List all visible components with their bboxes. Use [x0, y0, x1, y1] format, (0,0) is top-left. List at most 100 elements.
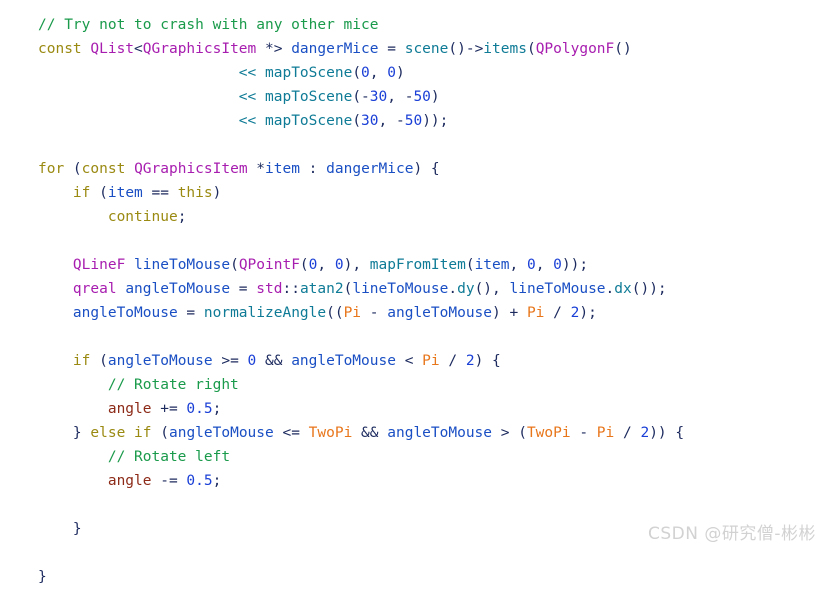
- code-token-keyword: continue: [108, 209, 178, 225]
- code-token-keyword: for: [38, 161, 64, 177]
- code-token-func: dy: [457, 281, 474, 297]
- code-token-punct: (: [64, 161, 81, 177]
- code-token-plain: [117, 281, 126, 297]
- code-token-punct: =: [178, 305, 204, 321]
- code-token-plain: [38, 281, 73, 297]
- code-token-punct: ,: [317, 257, 334, 273]
- code-line: << mapToScene(-30, -50): [38, 85, 684, 109]
- code-token-punct: *: [248, 161, 265, 177]
- code-token-punct: ) {: [413, 161, 439, 177]
- code-token-punct: :: [300, 161, 326, 177]
- code-token-plain: [125, 161, 134, 177]
- code-token-keyword: else: [90, 425, 125, 441]
- code-token-punct: (: [527, 41, 536, 57]
- code-token-punct: ) {: [475, 353, 501, 369]
- code-token-number: 30: [370, 89, 387, 105]
- code-token-punct: >=: [213, 353, 248, 369]
- code-token-punct: *>: [256, 41, 291, 57]
- code-token-type: QGraphicsItem: [143, 41, 257, 57]
- code-token-number: 50: [405, 113, 422, 129]
- code-token-punct: .: [606, 281, 615, 297]
- code-token-plain: [38, 449, 108, 465]
- code-token-var: angleToMouse: [387, 305, 492, 321]
- code-token-punct: (: [300, 257, 309, 273]
- code-line: }: [38, 517, 684, 541]
- code-token-plain: [38, 113, 239, 129]
- code-token-keyword: if: [73, 185, 90, 201]
- code-token-keyword: if: [134, 425, 151, 441]
- code-token-var: angleToMouse: [169, 425, 274, 441]
- code-token-keyword: if: [73, 353, 90, 369]
- code-token-punct: ,: [370, 65, 387, 81]
- code-token-punct: (: [152, 425, 169, 441]
- code-token-const: Pi: [422, 353, 439, 369]
- code-token-plain: [38, 521, 73, 537]
- code-token-var: item: [265, 161, 300, 177]
- code-token-punct: ): [431, 89, 440, 105]
- code-line: // Rotate right: [38, 373, 684, 397]
- code-line: if (item == this): [38, 181, 684, 205]
- code-token-number: 0: [387, 65, 396, 81]
- code-token-punct: ): [213, 185, 222, 201]
- code-token-func: items: [483, 41, 527, 57]
- code-token-var: lineToMouse: [134, 257, 230, 273]
- code-line: // Rotate left: [38, 445, 684, 469]
- code-line: << mapToScene(30, -50));: [38, 109, 684, 133]
- code-token-punct: ): [396, 65, 405, 81]
- code-token-punct: .: [448, 281, 457, 297]
- code-token-punct: (),: [475, 281, 510, 297]
- code-token-number: 2: [640, 425, 649, 441]
- code-token-comment: // Try not to crash with any other mice: [38, 17, 378, 33]
- code-token-member: angle: [108, 473, 152, 489]
- code-token-plain: [38, 209, 108, 225]
- code-token-var: item: [108, 185, 143, 201]
- code-token-number: 0.5: [186, 401, 212, 417]
- code-token-punct: -: [361, 305, 387, 321]
- code-token-type: std: [256, 281, 282, 297]
- code-token-punct: (: [352, 113, 361, 129]
- code-line: ​: [38, 325, 684, 349]
- code-token-var: dangerMice: [326, 161, 413, 177]
- code-token-punct: +=: [152, 401, 187, 417]
- code-line: const QList<QGraphicsItem *> dangerMice …: [38, 37, 684, 61]
- code-token-punct: <: [396, 353, 422, 369]
- code-line: } else if (angleToMouse <= TwoPi && angl…: [38, 421, 684, 445]
- code-token-punct: ));: [422, 113, 448, 129]
- code-token-plain: [38, 353, 73, 369]
- code-token-punct: )) {: [649, 425, 684, 441]
- code-token-punct: =: [230, 281, 256, 297]
- code-token-plain: [38, 377, 108, 393]
- code-token-type: QGraphicsItem: [134, 161, 248, 177]
- code-token-punct: /: [614, 425, 640, 441]
- code-token-plain: [38, 89, 239, 105]
- code-token-punct: &&: [256, 353, 291, 369]
- code-token-punct: /: [544, 305, 570, 321]
- code-token-func: mapToScene: [265, 65, 352, 81]
- code-token-plain: [38, 257, 73, 273]
- code-token-punct: &&: [352, 425, 387, 441]
- code-token-var: angleToMouse: [387, 425, 492, 441]
- code-token-punct: }: [73, 521, 82, 537]
- code-token-keyword: this: [178, 185, 213, 201]
- code-token-type: QLineF: [73, 257, 125, 273]
- code-token-keyword: const: [82, 161, 126, 177]
- code-token-var: angleToMouse: [73, 305, 178, 321]
- code-token-punct: =: [379, 41, 405, 57]
- code-token-number: 2: [466, 353, 475, 369]
- code-token-punct: }: [73, 425, 90, 441]
- code-token-punct: ,: [509, 257, 526, 273]
- code-token-punct: ());: [632, 281, 667, 297]
- code-token-func: mapToScene: [265, 89, 352, 105]
- code-token-member: angle: [108, 401, 152, 417]
- code-token-punct: (: [352, 65, 361, 81]
- code-token-number: 0: [527, 257, 536, 273]
- code-token-punct: (-: [352, 89, 369, 105]
- code-line: }: [38, 565, 684, 589]
- code-token-punct: <=: [274, 425, 309, 441]
- code-token-number: 30: [361, 113, 378, 129]
- code-token-type: qreal: [73, 281, 117, 297]
- code-token-var: angleToMouse: [125, 281, 230, 297]
- code-token-punct: ()->: [448, 41, 483, 57]
- code-line: for (const QGraphicsItem *item : dangerM…: [38, 157, 684, 181]
- code-token-comment: // Rotate left: [108, 449, 230, 465]
